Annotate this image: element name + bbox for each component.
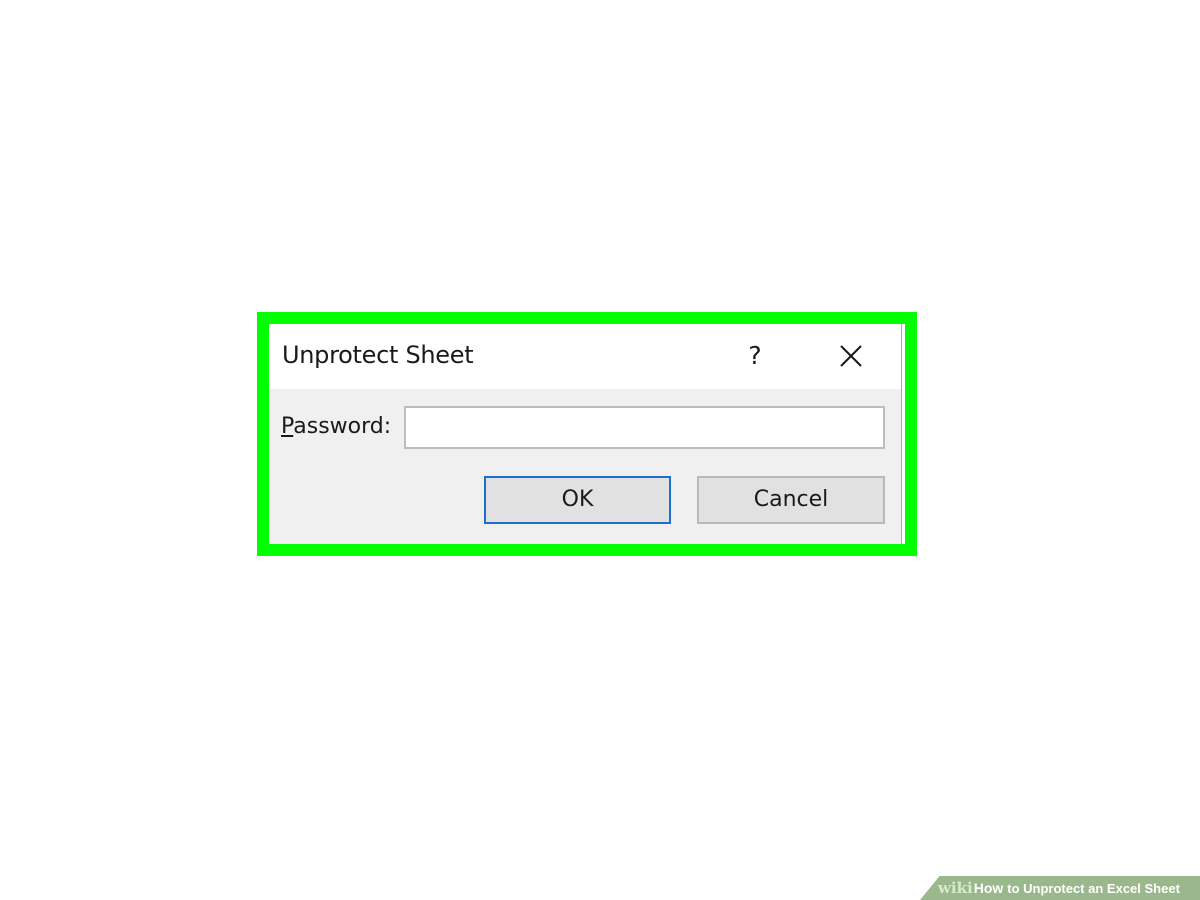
- close-button[interactable]: [831, 339, 871, 375]
- wikihow-logo: wiki: [938, 879, 973, 897]
- password-input[interactable]: [404, 406, 885, 449]
- cancel-button[interactable]: Cancel: [697, 476, 885, 524]
- password-label: Password:: [281, 414, 391, 439]
- page: Unprotect Sheet ? Password: OK Cancel wi…: [0, 0, 1200, 900]
- wikihow-watermark: wiki How to Unprotect an Excel Sheet: [920, 876, 1200, 900]
- ok-button[interactable]: OK: [484, 476, 671, 524]
- close-icon: [840, 345, 862, 367]
- watermark-how: How: [973, 880, 1004, 896]
- unprotect-sheet-dialog: Unprotect Sheet ? Password: OK Cancel: [269, 324, 902, 544]
- dialog-titlebar: Unprotect Sheet ?: [269, 324, 901, 389]
- help-button[interactable]: ?: [735, 338, 775, 374]
- watermark-title: to Unprotect an Excel Sheet: [1007, 880, 1180, 896]
- question-mark-icon: ?: [748, 341, 762, 370]
- password-label-text: assword:: [293, 414, 392, 439]
- dialog-title: Unprotect Sheet: [282, 341, 474, 369]
- password-label-accelerator: P: [281, 414, 294, 439]
